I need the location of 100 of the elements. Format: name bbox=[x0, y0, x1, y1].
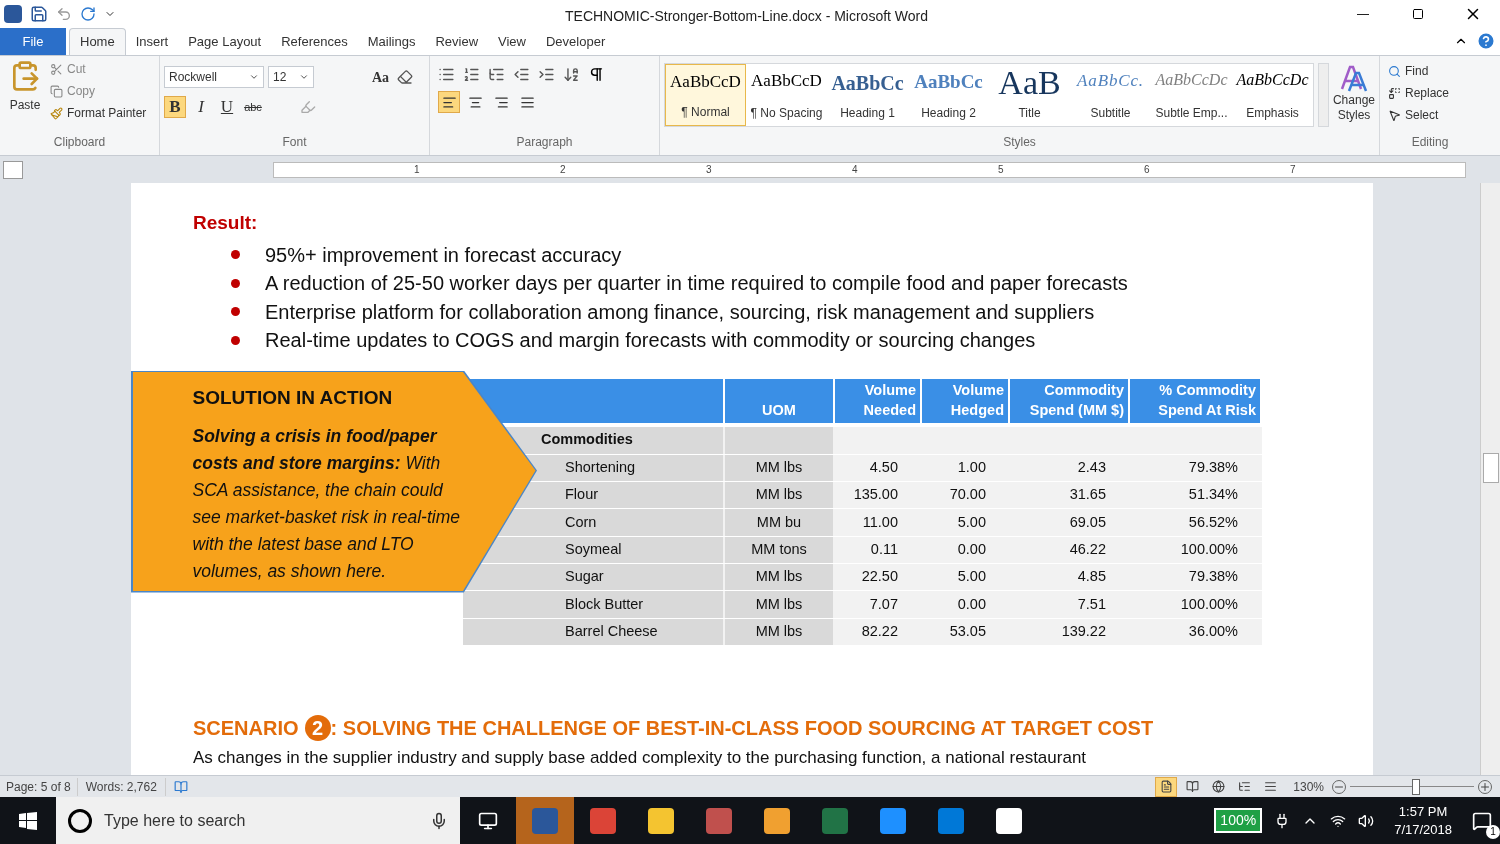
ribbon-tab[interactable]: Home bbox=[69, 28, 126, 55]
notification-count: 1 bbox=[1486, 824, 1500, 839]
table-cell-text: 7.51 bbox=[1076, 594, 1107, 614]
table-cell-text: 5.00 bbox=[956, 512, 987, 532]
volume-icon[interactable] bbox=[1358, 812, 1375, 829]
style-item[interactable]: AaB Title bbox=[989, 64, 1070, 126]
replace-button[interactable]: Replace bbox=[1388, 84, 1472, 102]
body-text: As changes in the supplier industry and supply base added complexity to the purchasing function, a national restaurant bbox=[192, 746, 1088, 769]
paste-button[interactable]: Paste bbox=[0, 60, 50, 133]
help-icon[interactable] bbox=[1476, 31, 1496, 51]
table-cell-text: 46.22 bbox=[1068, 540, 1107, 559]
clock[interactable]: 1:57 PM 7/17/2018 bbox=[1386, 802, 1460, 839]
table-cell-text: 139.22 bbox=[1060, 622, 1107, 642]
select-button[interactable]: Select bbox=[1388, 106, 1472, 124]
format-painter-button[interactable]: Format Painter bbox=[50, 104, 147, 122]
align-icon bbox=[519, 94, 535, 110]
app-icon bbox=[706, 807, 732, 834]
zoom-slider-thumb[interactable] bbox=[1411, 778, 1420, 795]
redo-icon[interactable] bbox=[80, 6, 96, 22]
increase-indent-icon[interactable] bbox=[538, 66, 555, 83]
table-cell-text: 5.00 bbox=[956, 567, 987, 587]
format-button[interactable]: I bbox=[190, 96, 212, 118]
group-label: Font bbox=[282, 135, 307, 149]
lines-icon bbox=[1263, 780, 1277, 793]
style-item[interactable]: AaBbCcDc Emphasis bbox=[1232, 64, 1313, 126]
tab-selector[interactable] bbox=[3, 160, 23, 179]
view-button[interactable] bbox=[1155, 776, 1178, 797]
style-item[interactable]: AaBbCc Heading 1 bbox=[827, 64, 908, 126]
file-tab[interactable]: File bbox=[0, 28, 66, 55]
word-count[interactable]: Words: 2,762 bbox=[77, 777, 166, 796]
ribbon-tab[interactable]: Developer bbox=[535, 28, 616, 55]
minimize-icon bbox=[1356, 13, 1369, 15]
font-size-field[interactable]: 12 bbox=[268, 66, 314, 88]
ribbon-tab[interactable]: References bbox=[271, 28, 358, 55]
ruler-number: 6 bbox=[1144, 162, 1151, 177]
gallery-scrollbar[interactable] bbox=[1318, 63, 1329, 127]
result-heading: Result: bbox=[192, 211, 259, 235]
page-count[interactable]: Page: 5 of 8 bbox=[0, 777, 78, 796]
outline-icon bbox=[1237, 780, 1251, 793]
search-field[interactable]: Type here to search bbox=[56, 797, 460, 844]
book-icon bbox=[1185, 780, 1199, 793]
font-name-field[interactable]: Rockwell bbox=[164, 66, 264, 88]
app-icon bbox=[822, 807, 848, 834]
change-case-button[interactable]: Aa bbox=[368, 66, 394, 88]
table-cell-text: 100.00% bbox=[1179, 540, 1239, 559]
ruler-number: 7 bbox=[1290, 162, 1297, 177]
table-cell-text: 0.11 bbox=[869, 540, 899, 559]
style-item[interactable]: AaBbCcDc Subtle Emp... bbox=[1151, 64, 1232, 126]
undo-icon[interactable] bbox=[56, 6, 72, 22]
bullet-text: Enterprise platform for collaboration among finance, sourcing, risk management and suppliers bbox=[265, 299, 1095, 325]
table-cell-text: 79.38% bbox=[1187, 567, 1239, 587]
style-item[interactable]: AaBbCc Heading 2 bbox=[908, 64, 989, 126]
pointer-icon bbox=[1388, 108, 1401, 122]
table-cell: Block Butter bbox=[463, 591, 723, 618]
ruler[interactable]: 1 2 3 4 5 6 7 bbox=[273, 161, 1466, 178]
format-button[interactable]: B bbox=[164, 96, 186, 118]
task-view-icon[interactable] bbox=[478, 810, 498, 831]
table-cell: MM lbs bbox=[725, 618, 833, 646]
style-item[interactable]: AaBbCcD ¶ No Spacing bbox=[746, 64, 827, 126]
zoom-level[interactable]: 130% bbox=[1293, 777, 1324, 796]
find-button[interactable]: Find bbox=[1388, 62, 1472, 80]
ribbon-tab[interactable]: Page Layout bbox=[178, 28, 272, 55]
group-label: Editing bbox=[1411, 135, 1449, 149]
caret-icon bbox=[249, 72, 259, 82]
table-cell-text: 1.00 bbox=[956, 457, 987, 477]
table-cell-text: 70.00 bbox=[948, 485, 987, 505]
scrollbar-thumb[interactable] bbox=[1482, 453, 1499, 483]
app-icon bbox=[880, 807, 906, 834]
bullets-icon[interactable] bbox=[438, 66, 455, 83]
page-icon bbox=[1159, 780, 1173, 793]
clear-formatting-icon[interactable] bbox=[397, 69, 414, 85]
numbering-icon[interactable] bbox=[463, 66, 480, 83]
align-icon bbox=[467, 94, 483, 110]
ribbon-tab[interactable]: Insert bbox=[125, 28, 179, 55]
bullet-icon bbox=[231, 307, 240, 317]
style-item[interactable]: AaBbCcD ¶ Normal bbox=[665, 64, 746, 126]
notifications-icon[interactable] bbox=[1472, 810, 1492, 831]
scissors-icon bbox=[50, 62, 63, 76]
format-button[interactable]: abc bbox=[242, 96, 264, 118]
multilevel-list-icon[interactable] bbox=[488, 66, 505, 83]
ribbon-tab[interactable]: Mailings bbox=[357, 28, 426, 55]
style-item[interactable]: AaBbCc. Subtitle bbox=[1070, 64, 1151, 126]
table-cell-text: 53.05 bbox=[948, 622, 987, 642]
vertical-scrollbar[interactable] bbox=[1480, 183, 1500, 775]
sort-icon[interactable] bbox=[563, 66, 580, 83]
proofing-icon[interactable] bbox=[173, 779, 188, 794]
bullet-icon bbox=[231, 278, 240, 288]
decrease-indent-icon[interactable] bbox=[513, 66, 530, 83]
ribbon-tab[interactable]: View bbox=[488, 28, 536, 55]
save-icon[interactable] bbox=[30, 5, 48, 23]
table-cell-text: 51.34% bbox=[1187, 485, 1239, 505]
table-cell-text: 4.50 bbox=[868, 457, 899, 477]
zoom-slider[interactable] bbox=[1350, 778, 1474, 795]
change-styles-button[interactable]: Change Styles bbox=[1332, 63, 1375, 123]
show-formatting-icon[interactable] bbox=[588, 66, 605, 83]
format-button[interactable]: U bbox=[216, 96, 238, 118]
ribbon-tab[interactable]: Review bbox=[425, 28, 488, 55]
table-cell-text: 0.00 bbox=[956, 594, 987, 614]
ruler-number: 2 bbox=[560, 162, 567, 177]
microphone-icon[interactable] bbox=[430, 811, 448, 830]
